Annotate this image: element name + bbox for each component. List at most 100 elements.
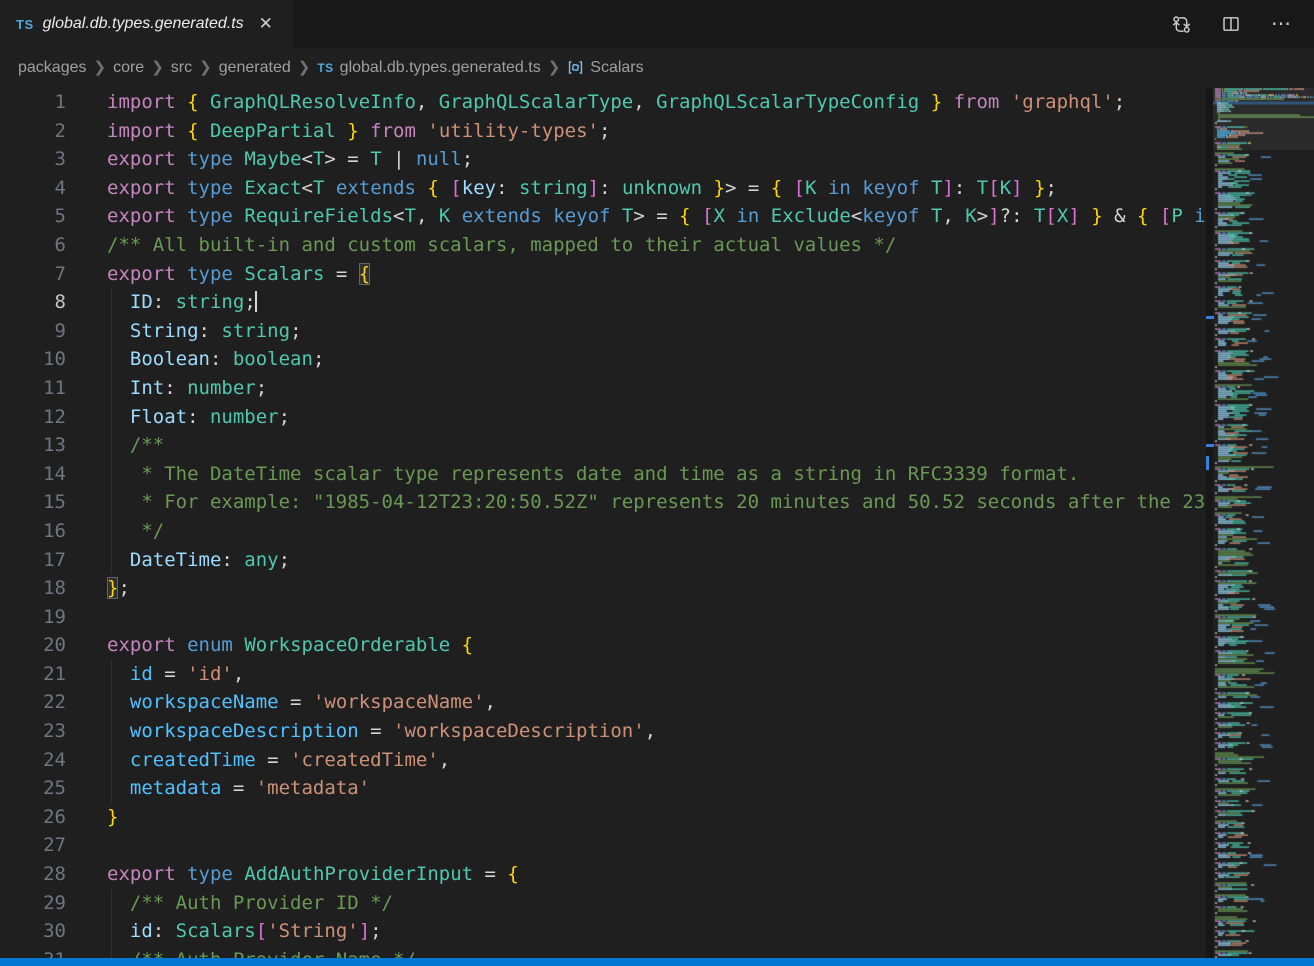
line-number[interactable]: 6 [0,231,66,260]
line-number[interactable]: 8 [0,288,66,317]
code-text: workspaceName = 'workspaceName', [107,688,496,717]
editor-actions: ⋯ [1171,0,1314,48]
code-line-20[interactable]: 20export enum WorkspaceOrderable { [0,631,1206,660]
line-number[interactable]: 11 [0,374,66,403]
code-line-4[interactable]: 4export type Exact<T extends { [key: str… [0,174,1206,203]
code-line-17[interactable]: 17 DateTime: any; [0,546,1206,575]
line-number[interactable]: 5 [0,202,66,231]
line-number[interactable]: 14 [0,460,66,489]
code-line-3[interactable]: 3export type Maybe<T> = T | null; [0,145,1206,174]
breadcrumb-label: generated [219,59,291,77]
open-changes-icon[interactable] [1171,14,1191,34]
code-text: export type RequireFields<T, K extends k… [107,202,1206,231]
code-line-10[interactable]: 10 Boolean: boolean; [0,345,1206,374]
code-text: id: Scalars['String']; [107,917,382,946]
breadcrumb-item-scalars[interactable]: Scalars [567,59,643,78]
line-number[interactable]: 21 [0,660,66,689]
status-bar[interactable] [0,958,1314,966]
code-line-27[interactable]: 27 [0,831,1206,860]
code-line-29[interactable]: 29 /** Auth Provider ID */ [0,889,1206,918]
line-number[interactable]: 23 [0,717,66,746]
code-text: import { GraphQLResolveInfo, GraphQLScal… [107,88,1125,117]
split-editor-icon[interactable] [1221,14,1241,34]
code-line-25[interactable]: 25 metadata = 'metadata' [0,774,1206,803]
code-line-8[interactable]: 8 ID: string; [0,288,1206,317]
code-line-18[interactable]: 18}; [0,574,1206,603]
code-line-30[interactable]: 30 id: Scalars['String']; [0,917,1206,946]
breadcrumb-label: Scalars [590,59,643,77]
code-line-22[interactable]: 22 workspaceName = 'workspaceName', [0,688,1206,717]
ts-file-icon: TS [317,61,333,75]
line-number[interactable]: 12 [0,403,66,432]
code-line-12[interactable]: 12 Float: number; [0,403,1206,432]
breadcrumb-item-generated[interactable]: generated [219,59,291,77]
line-number[interactable]: 25 [0,774,66,803]
code-line-14[interactable]: 14 * The DateTime scalar type represents… [0,460,1206,489]
line-number[interactable]: 2 [0,117,66,146]
line-number[interactable]: 9 [0,317,66,346]
line-number[interactable]: 18 [0,574,66,603]
line-number[interactable]: 15 [0,488,66,517]
breadcrumb-item-global-db-types-generated-ts[interactable]: TSglobal.db.types.generated.ts [317,59,540,77]
line-number[interactable]: 19 [0,603,66,632]
code-line-23[interactable]: 23 workspaceDescription = 'workspaceDesc… [0,717,1206,746]
breadcrumb: packages❯core❯src❯generated❯TSglobal.db.… [0,48,1314,88]
code-line-11[interactable]: 11 Int: number; [0,374,1206,403]
code-text: /** [107,431,164,460]
breadcrumb-separator-icon: ❯ [87,58,114,76]
code-line-7[interactable]: 7export type Scalars = { [0,260,1206,289]
code-line-16[interactable]: 16 */ [0,517,1206,546]
code-text: workspaceDescription = 'workspaceDescrip… [107,717,656,746]
code-editor[interactable]: 1 import { GraphQLResolveInfo, GraphQLSca… [0,88,1206,960]
code-line-6[interactable]: 6 /** All built-in and custom scalars, ma… [0,231,1206,260]
code-text: /** All built-in and custom scalars, map… [107,231,896,260]
line-number[interactable]: 16 [0,517,66,546]
code-text: * For example: "1985-04-12T23:20:50.52Z"… [107,488,1206,517]
code-line-21[interactable]: 21 id = 'id', [0,660,1206,689]
breadcrumb-item-core[interactable]: core [113,59,144,77]
code-line-9[interactable]: 9 String: string; [0,317,1206,346]
line-number[interactable]: 20 [0,631,66,660]
line-number[interactable]: 27 [0,831,66,860]
minimap[interactable] [1213,88,1314,958]
line-number[interactable]: 17 [0,546,66,575]
code-line-2[interactable]: 2import { DeepPartial } from 'utility-ty… [0,117,1206,146]
code-line-13[interactable]: 13 /** [0,431,1206,460]
tab-global-db-types-generated-ts[interactable]: TS global.db.types.generated.ts ✕ [0,0,293,48]
line-number[interactable]: 24 [0,746,66,775]
vscode-window: TS global.db.types.generated.ts ✕ [0,0,1314,966]
breadcrumb-label: packages [18,59,87,77]
line-number[interactable]: 7 [0,260,66,289]
line-number[interactable]: 13 [0,431,66,460]
code-line-5[interactable]: 5 export type RequireFields<T, K extends … [0,202,1206,231]
minimap-slider[interactable] [1213,88,1314,150]
more-actions-icon[interactable]: ⋯ [1271,19,1292,29]
code-line-24[interactable]: 24 createdTime = 'createdTime', [0,746,1206,775]
close-tab-icon[interactable]: ✕ [253,12,279,36]
breadcrumb-label: core [113,59,144,77]
code-line-26[interactable]: 26} [0,803,1206,832]
code-text: DateTime: any; [107,546,290,575]
line-number[interactable]: 28 [0,860,66,889]
line-number[interactable]: 10 [0,345,66,374]
code-line-28[interactable]: 28export type AddAuthProviderInput = { [0,860,1206,889]
breadcrumb-separator-icon: ❯ [144,58,171,76]
line-number[interactable]: 26 [0,803,66,832]
code-text: Int: number; [107,374,267,403]
code-line-15[interactable]: 15 * For example: "1985-04-12T23:20:50.5… [0,488,1206,517]
line-number[interactable]: 30 [0,917,66,946]
code-text: id = 'id', [107,660,244,689]
line-number[interactable]: 4 [0,174,66,203]
code-line-1[interactable]: 1 import { GraphQLResolveInfo, GraphQLSca… [0,88,1206,117]
ts-file-icon: TS [16,17,34,32]
code-text: Boolean: boolean; [107,345,324,374]
code-line-19[interactable]: 19 [0,603,1206,632]
line-number[interactable]: 1 [0,88,66,117]
line-number[interactable]: 22 [0,688,66,717]
line-number[interactable]: 3 [0,145,66,174]
breadcrumb-item-packages[interactable]: packages [18,59,87,77]
breadcrumb-item-src[interactable]: src [171,59,192,77]
vertical-scrollbar[interactable] [1206,88,1213,958]
code-text: } [107,803,118,832]
line-number[interactable]: 29 [0,889,66,918]
